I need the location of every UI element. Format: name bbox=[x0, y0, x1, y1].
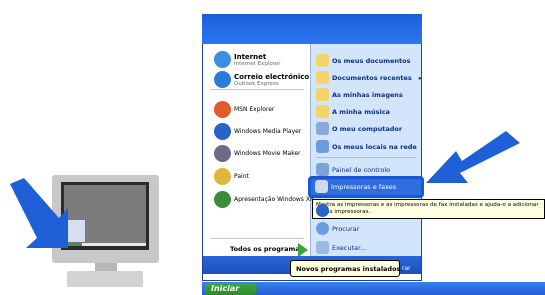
windows-media-player-icon bbox=[214, 123, 231, 140]
logoff-partial-label[interactable]: rar bbox=[402, 265, 411, 272]
menu-item-label: Paint bbox=[234, 173, 249, 180]
my-computer-icon bbox=[316, 122, 329, 135]
menu-item-label: Os meus locais na rede bbox=[332, 142, 417, 151]
all-programs-arrow-icon[interactable] bbox=[298, 243, 308, 257]
menu-item-label: Impressoras e faxes bbox=[331, 182, 397, 191]
menu-item-my-music[interactable]: A minha música bbox=[316, 105, 390, 118]
msn-explorer-icon bbox=[214, 101, 231, 118]
pointer-arrow-left-icon bbox=[10, 178, 68, 248]
menu-item-run[interactable]: Executar... bbox=[316, 241, 366, 254]
search-icon bbox=[316, 222, 329, 235]
menu-item-my-documents[interactable]: Os meus documentos bbox=[316, 54, 410, 67]
menu-item-label: Painel de controlo bbox=[332, 165, 391, 174]
menu-item-label: Documentos recentes bbox=[332, 73, 412, 82]
monitor-neck bbox=[95, 263, 117, 271]
menu-item-label: MSN Explorer bbox=[234, 106, 275, 113]
submenu-arrow-icon: ▸ bbox=[418, 73, 423, 82]
menu-item-my-computer[interactable]: O meu computador bbox=[316, 122, 402, 135]
menu-item-recent-documents[interactable]: Documentos recentes ▸ bbox=[316, 71, 422, 84]
printers-faxes-icon bbox=[315, 180, 328, 193]
menu-item-label: Windows Movie Maker bbox=[234, 150, 301, 157]
menu-item-subtitle: Internet Explorer bbox=[234, 60, 281, 67]
menu-divider bbox=[316, 157, 416, 158]
monitor-start-button bbox=[66, 243, 82, 246]
windows-xp-tour-icon bbox=[214, 191, 231, 208]
start-menu-header bbox=[202, 14, 422, 44]
start-button[interactable]: Iniciar bbox=[205, 283, 257, 295]
control-panel-icon bbox=[316, 163, 329, 176]
windows-movie-maker-icon bbox=[214, 145, 231, 162]
menu-divider bbox=[210, 238, 304, 239]
menu-item-title: Internet bbox=[234, 52, 267, 61]
run-icon bbox=[316, 241, 329, 254]
menu-item-email[interactable]: Correio electrónico Outlook Express bbox=[214, 71, 309, 88]
monitor-window-thumbnail bbox=[66, 219, 86, 243]
menu-item-windows-movie-maker[interactable]: Windows Movie Maker bbox=[214, 145, 301, 162]
menu-item-internet[interactable]: Internet Internet Explorer bbox=[214, 51, 281, 68]
menu-item-label: Apresentação Windows XP bbox=[234, 196, 314, 203]
menu-item-my-pictures[interactable]: As minhas imagens bbox=[316, 88, 403, 101]
new-programs-balloon: Novos programas instalados. bbox=[290, 260, 403, 277]
pointer-arrow-right-icon bbox=[426, 131, 520, 183]
menu-item-windows-xp-tour[interactable]: Apresentação Windows XP bbox=[214, 191, 314, 208]
my-documents-icon bbox=[316, 54, 329, 67]
help-icon-row bbox=[316, 204, 329, 217]
menu-item-my-network[interactable]: Os meus locais na rede bbox=[316, 140, 417, 153]
paint-icon bbox=[214, 168, 231, 185]
my-music-icon bbox=[316, 105, 329, 118]
all-programs-button[interactable]: Todos os programas bbox=[230, 245, 303, 253]
menu-item-label: Procurar bbox=[332, 224, 360, 233]
menu-item-label: Executar... bbox=[332, 243, 367, 252]
menu-item-label: Windows Media Player bbox=[234, 128, 302, 135]
outlook-express-icon bbox=[214, 71, 231, 88]
menu-item-paint[interactable]: Paint bbox=[214, 168, 249, 185]
menu-item-msn-explorer[interactable]: MSN Explorer bbox=[214, 101, 274, 118]
menu-item-subtitle: Outlook Express bbox=[234, 80, 279, 87]
internet-explorer-icon bbox=[214, 51, 231, 68]
menu-item-control-panel[interactable]: Painel de controlo bbox=[316, 163, 390, 176]
menu-item-label: A minha música bbox=[332, 107, 390, 116]
my-network-icon bbox=[316, 140, 329, 153]
menu-item-title: Correio electrónico bbox=[234, 72, 310, 81]
help-icon bbox=[316, 204, 329, 217]
menu-item-printers-faxes[interactable]: Impressoras e faxes bbox=[315, 180, 396, 193]
my-pictures-icon bbox=[316, 88, 329, 101]
menu-item-label: O meu computador bbox=[332, 124, 403, 133]
tooltip-printers-faxes: Mostra as impressoras e as impressoras d… bbox=[312, 199, 545, 219]
recent-documents-icon bbox=[316, 71, 329, 84]
menu-item-label: As minhas imagens bbox=[332, 90, 403, 99]
menu-item-search[interactable]: Procurar bbox=[316, 222, 359, 235]
menu-item-label: Os meus documentos bbox=[332, 56, 411, 65]
menu-item-windows-media-player[interactable]: Windows Media Player bbox=[214, 123, 301, 140]
monitor-base bbox=[67, 271, 143, 287]
menu-divider bbox=[210, 89, 304, 90]
